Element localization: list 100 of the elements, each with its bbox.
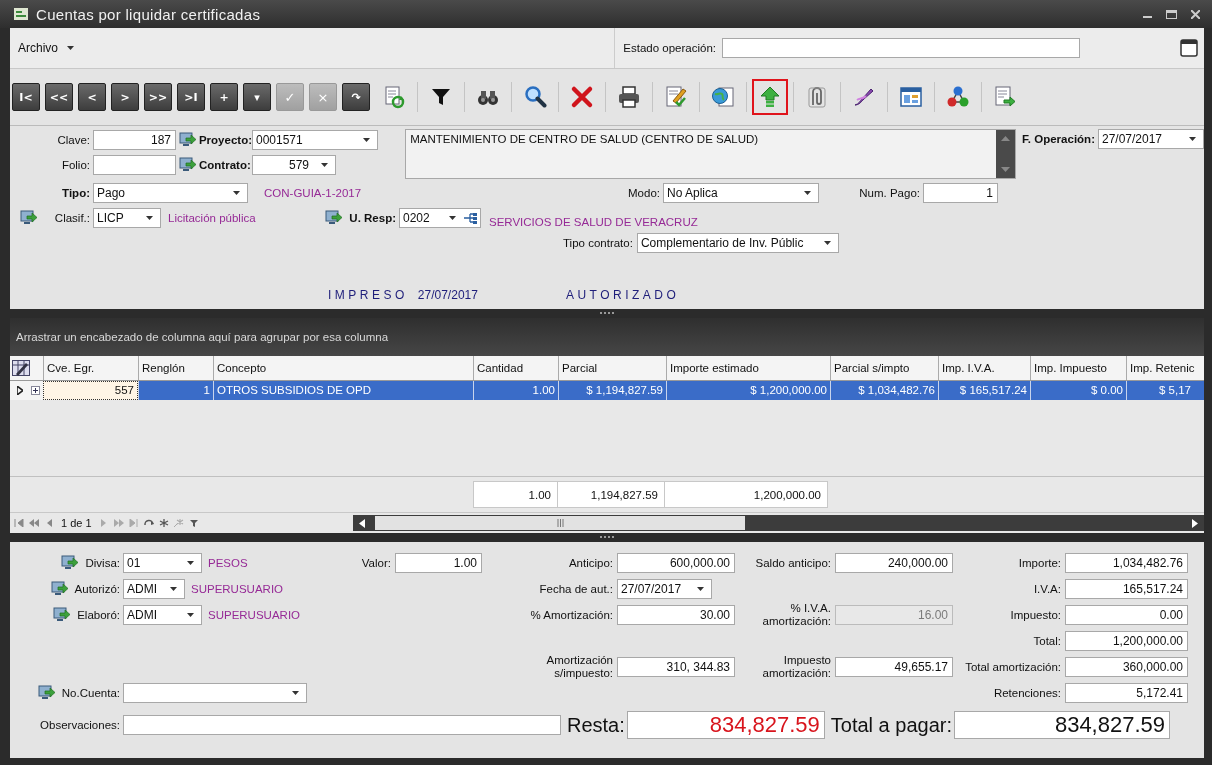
pct-amortizacion-field[interactable]: 30.00 <box>617 605 735 625</box>
folio-field[interactable] <box>93 155 176 175</box>
column-chooser-icon <box>12 360 30 376</box>
column-header[interactable]: Cantidad <box>473 356 558 380</box>
table-cell: $ 0.00 <box>1030 381 1126 400</box>
fecha-dropdown[interactable]: 27/07/2017 <box>617 579 712 599</box>
clasif-dropdown[interactable]: LICP <box>93 208 161 228</box>
nav-button[interactable]: >I <box>177 83 205 111</box>
page-count: 1 de 1 <box>61 517 92 529</box>
up-arrow-button[interactable] <box>752 79 788 115</box>
field-label: Importe: <box>1018 557 1061 569</box>
table-row[interactable]: 557 1 OTROS SUBSIDIOS DE OPD 1.00 $ 1,194,827.59 $ 1,200,000.00 $ 1,034,482.76 $ 165,517.24 $ 0.00 $ 5,17 <box>10 381 1204 400</box>
column-header[interactable]: Parcial s/impto <box>830 356 938 380</box>
tipo-contrato-dropdown[interactable]: Complementario de Inv. Públic <box>636 233 839 253</box>
nav-button[interactable]: >> <box>144 83 172 111</box>
table-cell: 1.00 <box>473 381 558 400</box>
field-label: Modo: <box>627 187 661 199</box>
field-label: Anticipo: <box>568 556 613 570</box>
valor-field[interactable]: 1.00 <box>395 553 482 573</box>
cuenta-dropdown[interactable] <box>123 683 307 703</box>
total-field[interactable]: 5,172.41 <box>1065 683 1188 703</box>
right-arrow-icon <box>1192 518 1198 528</box>
total-field[interactable]: 165,517.24 <box>1065 579 1188 599</box>
total-field[interactable]: 1,034,482.76 <box>1065 553 1188 573</box>
screen-arrow-icon <box>61 555 80 571</box>
modo-dropdown[interactable]: No Aplica <box>663 183 819 203</box>
caret-icon <box>187 613 194 617</box>
archivo-menu[interactable]: Archivo <box>16 39 80 57</box>
clave-field[interactable]: 187 <box>93 130 176 150</box>
nav-button[interactable]: > <box>111 83 139 111</box>
tree-icon <box>464 212 477 224</box>
asterisk-icon[interactable] <box>158 519 169 527</box>
scrollbar[interactable] <box>996 130 1016 178</box>
field-label: Observaciones: <box>39 719 121 731</box>
splitter-grip-icon <box>600 536 614 539</box>
proyecto-dropdown[interactable]: 0001571 <box>252 130 378 150</box>
screen-arrow-icon <box>179 157 197 173</box>
column-header[interactable]: Concepto <box>213 356 473 380</box>
first-icon[interactable] <box>14 519 24 527</box>
elaboro-dropdown[interactable]: ADMI <box>123 605 202 625</box>
rewind-icon[interactable] <box>29 519 39 527</box>
nav-button[interactable]: ▾ <box>243 83 271 111</box>
nav-button[interactable]: << <box>45 83 73 111</box>
window-icon[interactable] <box>1180 39 1198 57</box>
resta-field[interactable]: 834,827.59 <box>626 711 825 739</box>
column-header[interactable]: Cve. Egr. <box>43 356 138 380</box>
search-icon <box>523 85 547 109</box>
column-header[interactable]: Renglón <box>138 356 213 380</box>
horizontal-scrollbar[interactable] <box>353 515 1204 531</box>
nav-button[interactable]: < <box>78 83 106 111</box>
field-label: Clave: <box>56 134 91 146</box>
field-label: F. Operación: <box>1022 133 1095 145</box>
description-field[interactable]: MANTENIMIENTO DE CENTRO DE SALUD (CENTRO DE SALUD) <box>405 129 1017 179</box>
total-field[interactable]: 360,000.00 <box>1065 657 1188 677</box>
globe-document-icon <box>711 85 735 109</box>
total-cell: 1,194,827.59 <box>557 481 665 508</box>
caret-icon <box>67 46 74 50</box>
autorizo-dropdown[interactable]: ADMI <box>123 579 185 599</box>
caret-icon <box>823 241 831 245</box>
window-title: Cuentas por liquidar certificadas <box>36 5 261 23</box>
column-header[interactable]: Imp. I.V.A. <box>938 356 1030 380</box>
app-icon <box>14 8 28 20</box>
refresh-icon <box>382 85 406 109</box>
nav-button[interactable]: + <box>210 83 238 111</box>
fecha-operacion-dropdown[interactable]: 27/07/2017 <box>1097 129 1204 149</box>
edit-document-icon <box>664 85 688 109</box>
column-header[interactable]: Imp. Retenic <box>1126 356 1194 380</box>
column-header[interactable]: Parcial <box>558 356 666 380</box>
column-header[interactable]: Importe estimado <box>666 356 830 380</box>
column-header[interactable]: Imp. Impuesto <box>1030 356 1126 380</box>
close-icon[interactable] <box>1191 9 1200 19</box>
redo-icon[interactable] <box>143 519 154 527</box>
amortizacion-s-impuesto-field[interactable]: 310, 344.83 <box>617 657 735 677</box>
description-text: SUPERUSUARIO <box>191 583 284 595</box>
u-resp-dropdown[interactable]: 0202 <box>399 208 481 228</box>
scrollbar-thumb[interactable] <box>375 516 745 530</box>
tipo-dropdown[interactable]: Pago <box>93 183 248 203</box>
total-field[interactable]: 0.00 <box>1065 605 1188 625</box>
divisa-dropdown[interactable]: 01 <box>123 553 202 573</box>
field-label: Impuesto amortización: <box>761 654 831 680</box>
contrato-dropdown[interactable]: 579 <box>252 155 336 175</box>
saldo-anticipo-field[interactable]: 240,000.00 <box>835 553 953 573</box>
filter-icon[interactable] <box>188 519 199 527</box>
impuesto-amortizacion-field[interactable]: 49,655.17 <box>835 657 953 677</box>
total-field[interactable]: 1,200,000.00 <box>1065 631 1188 651</box>
caret-icon <box>697 587 704 591</box>
total-pagar-field[interactable]: 834,827.59 <box>954 711 1170 739</box>
nav-button[interactable]: I< <box>12 83 40 111</box>
caret-icon <box>292 691 299 695</box>
estado-field[interactable] <box>722 38 1080 58</box>
caret-icon <box>146 216 153 220</box>
field-label: Estado operación: <box>623 42 716 54</box>
nav-button[interactable]: ↷ <box>342 83 370 111</box>
field-label: Amortización s/impuesto: <box>545 654 613 680</box>
anticipo-field[interactable]: 600,000.00 <box>617 553 735 573</box>
observaciones-field[interactable] <box>123 715 561 735</box>
total-cell: 1,200,000.00 <box>664 481 828 508</box>
maximize-icon[interactable] <box>1166 9 1177 19</box>
num-pago-field[interactable]: 1 <box>923 183 998 203</box>
field-label: Clasif.: <box>54 212 90 224</box>
